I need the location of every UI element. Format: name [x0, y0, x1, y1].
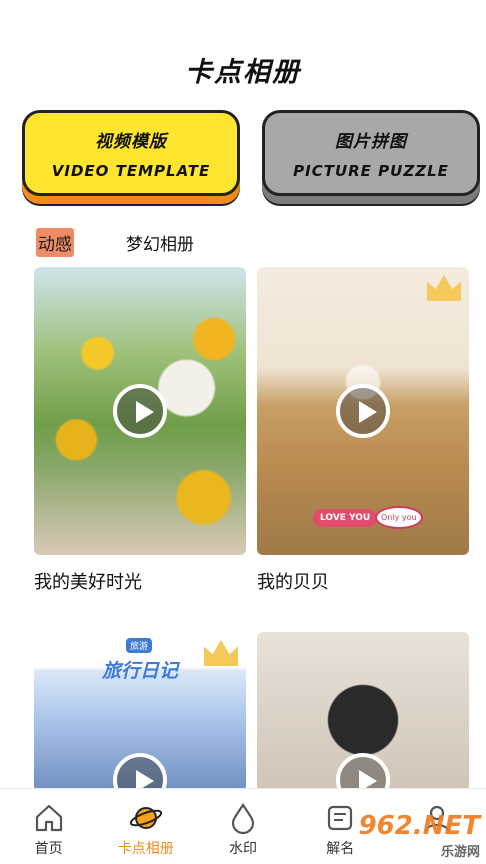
- nav-name-label: 解名: [326, 841, 355, 857]
- card-icon: [323, 801, 357, 835]
- love-you-sticker: LOVE YOU: [313, 509, 378, 527]
- travel-badge: 旅游: [126, 638, 153, 653]
- template-card-4[interactable]: [257, 632, 469, 792]
- video-template-cn-label: 视频模版: [95, 131, 167, 152]
- site-watermark: 962.NET 乐游网: [359, 811, 480, 860]
- watermark-sub: 乐游网: [440, 845, 480, 860]
- template-thumbnail: LOVE YOU Only you: [257, 267, 469, 555]
- nav-home-label: 首页: [34, 841, 63, 857]
- picture-puzzle-en-label: PICTURE PUZZLE: [293, 161, 449, 180]
- tab-dream-album[interactable]: 梦幻相册: [126, 230, 194, 255]
- planet-icon: [129, 801, 163, 835]
- travel-diary-title: 旅行日记: [101, 660, 178, 682]
- page-title: 卡点相册: [185, 57, 301, 88]
- picture-puzzle-cn-label: 图片拼图: [335, 131, 407, 152]
- nav-album[interactable]: 卡点相册: [97, 789, 194, 864]
- play-icon[interactable]: [113, 753, 167, 792]
- video-template-button[interactable]: 视频模版 VIDEO TEMPLATE: [22, 110, 240, 196]
- template-card-3[interactable]: 旅游 旅行日记: [34, 632, 246, 792]
- template-card-2[interactable]: LOVE YOU Only you: [257, 267, 469, 555]
- template-card-title-1: 我的美好时光: [34, 572, 142, 593]
- template-card-1[interactable]: [34, 267, 246, 555]
- only-you-sticker: Only you: [375, 506, 423, 529]
- play-icon[interactable]: [336, 753, 390, 792]
- home-icon: [32, 801, 66, 835]
- tab-dynamic[interactable]: 动感: [36, 228, 74, 257]
- nav-album-label: 卡点相册: [117, 841, 174, 857]
- video-template-en-label: VIDEO TEMPLATE: [51, 161, 211, 180]
- picture-puzzle-button[interactable]: 图片拼图 PICTURE PUZZLE: [262, 110, 480, 196]
- nav-home[interactable]: 首页: [0, 789, 97, 864]
- nav-watermark[interactable]: 水印: [194, 789, 291, 864]
- template-card-title-2: 我的贝贝: [257, 572, 329, 593]
- play-icon[interactable]: [113, 384, 167, 438]
- watermark-main: 962.NET: [358, 811, 480, 841]
- drop-icon: [226, 801, 260, 835]
- template-thumbnail: [257, 632, 469, 792]
- category-tabs: 动感 梦幻相册: [36, 228, 194, 257]
- template-thumbnail: [34, 267, 246, 555]
- nav-watermark-label: 水印: [229, 841, 257, 857]
- crown-sticker-icon: [427, 275, 461, 301]
- template-thumbnail: 旅游 旅行日记: [34, 632, 246, 792]
- play-icon[interactable]: [336, 384, 390, 438]
